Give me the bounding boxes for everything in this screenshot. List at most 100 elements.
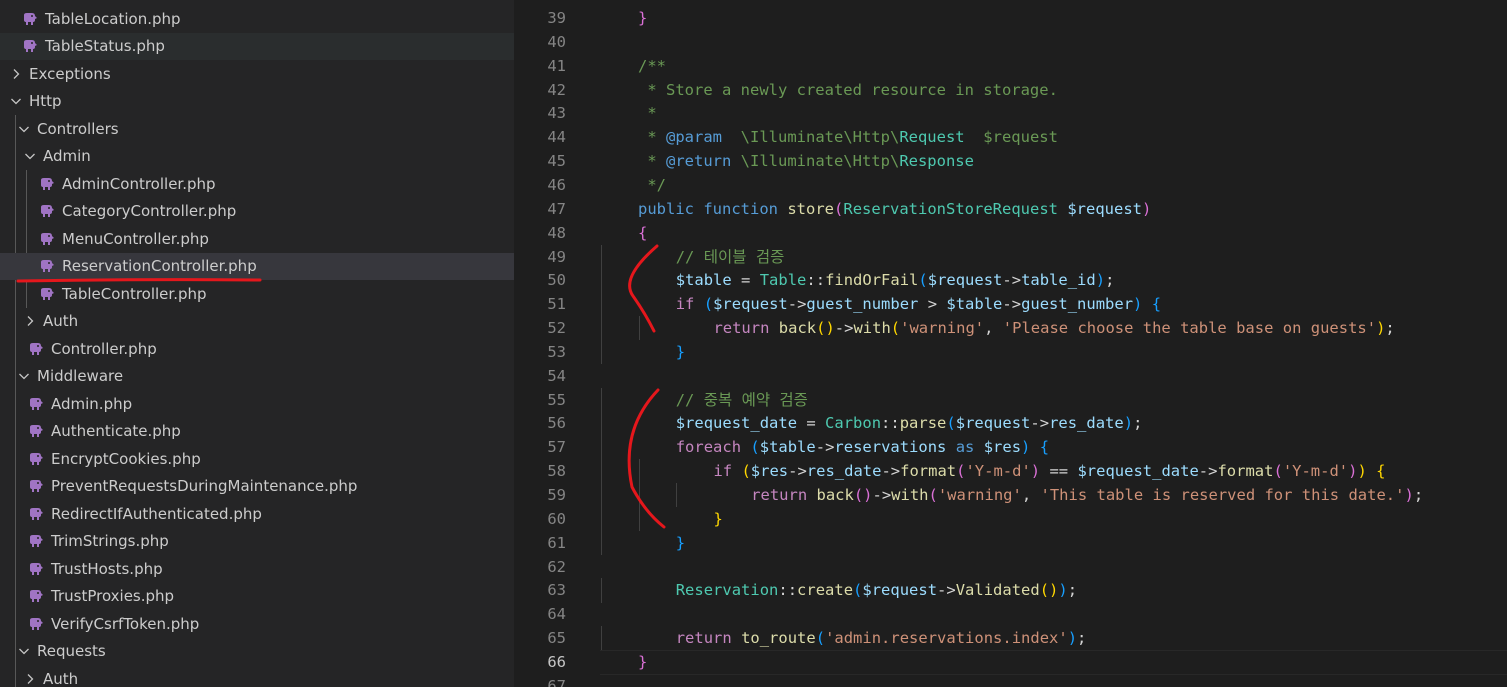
code-token: foreach: [675, 438, 742, 457]
chevron-down-icon[interactable]: [18, 645, 30, 657]
chevron-down-icon[interactable]: [10, 95, 22, 107]
php-file-icon: [24, 40, 37, 52]
file-item[interactable]: TrimStrings.php: [0, 528, 514, 555]
code-token: (): [853, 486, 873, 504]
file-item[interactable]: PreventRequestsDuringMaintenance.php: [0, 473, 514, 500]
code-token: ;: [1385, 319, 1395, 338]
code-line[interactable]: public function store(ReservationStoreRe…: [638, 197, 1151, 221]
code-line[interactable]: * @param \Illuminate\Http\Request $reque…: [638, 125, 1058, 149]
code-line[interactable]: if ($request->guest_number > $table->gue…: [676, 292, 1161, 316]
tree-item-label: VerifyCsrfToken.php: [51, 614, 200, 633]
folder-item[interactable]: Auth: [0, 665, 514, 687]
file-item[interactable]: RedirectIfAuthenticated.php: [0, 500, 514, 527]
code-line[interactable]: return back()->with('warning', 'Please c…: [713, 316, 1394, 340]
code-line[interactable]: }: [676, 340, 685, 364]
code-line[interactable]: $request_date = Carbon::parse($request->…: [676, 411, 1143, 435]
file-item[interactable]: VerifyCsrfToken.php: [0, 610, 514, 637]
file-item[interactable]: ReservationController.php: [0, 252, 514, 280]
code-token: (: [890, 319, 901, 338]
file-item[interactable]: MenuController.php: [0, 225, 514, 252]
file-item[interactable]: Authenticate.php: [0, 418, 514, 445]
indent-guide: [601, 339, 602, 365]
code-token: (: [741, 462, 751, 481]
code-token: ): [1133, 295, 1143, 314]
code-token: $request: [964, 128, 1058, 147]
code-line[interactable]: Reservation::create($request->Validated(…: [676, 578, 1077, 602]
file-item[interactable]: TableController.php: [0, 280, 514, 307]
code-line[interactable]: * @return \Illuminate\Http\Response: [638, 149, 974, 173]
folder-item[interactable]: Requests: [0, 638, 514, 665]
chevron-right-icon[interactable]: [10, 68, 22, 80]
code-token: *: [638, 152, 666, 171]
line-number: 44: [547, 128, 566, 147]
code-token: 'Y-m-d': [965, 462, 1031, 481]
code-line[interactable]: * Store a newly created resource in stor…: [638, 78, 1058, 102]
folder-item[interactable]: Controllers: [0, 115, 514, 142]
code-line[interactable]: // 테이블 검증: [676, 245, 785, 269]
code-token: ->: [1002, 295, 1022, 314]
indent-guide: [601, 459, 602, 484]
code-line[interactable]: */: [638, 173, 666, 197]
file-item[interactable]: TableLocation.php: [0, 5, 514, 32]
code-line[interactable]: if ($res->res_date->format('Y-m-d') == $…: [713, 459, 1385, 483]
chevron-right-icon[interactable]: [24, 673, 36, 685]
line-number: 54: [547, 366, 566, 385]
indent-guide: [601, 411, 602, 436]
chevron-down-icon[interactable]: [18, 370, 30, 382]
file-item[interactable]: CategoryController.php: [0, 198, 514, 225]
code-line[interactable]: }: [676, 531, 685, 555]
tree-item-label: Controller.php: [51, 339, 157, 358]
code-token: {: [1151, 295, 1162, 314]
code-line[interactable]: // 중복 예약 검증: [676, 388, 808, 412]
file-item[interactable]: EncryptCookies.php: [0, 445, 514, 472]
code-token: /**: [638, 56, 666, 75]
file-item[interactable]: AdminController.php: [0, 170, 514, 197]
code-line[interactable]: /**: [638, 54, 666, 78]
code-line[interactable]: return to_route('admin.reservations.inde…: [676, 626, 1087, 650]
file-item[interactable]: TableStatus.php: [0, 32, 514, 60]
folder-item[interactable]: Admin: [0, 143, 514, 170]
code-token: with: [853, 319, 891, 338]
code-line[interactable]: return back()->with('warning', 'This tab…: [751, 483, 1423, 507]
line-number: 67: [547, 676, 566, 687]
folder-item[interactable]: Http: [0, 88, 514, 115]
code-line[interactable]: foreach ($table->reservations as $res) {: [676, 435, 1049, 459]
code-line[interactable]: }: [638, 650, 647, 674]
code-token: back: [778, 319, 817, 338]
file-item[interactable]: TrustHosts.php: [0, 555, 514, 582]
code-token: guest_number: [1021, 295, 1134, 314]
code-token: ): [1123, 414, 1134, 433]
code-line[interactable]: }: [638, 6, 647, 30]
tree-item-label: Exceptions: [29, 64, 111, 83]
code-token: ->: [1198, 462, 1218, 481]
code-editor[interactable]: 39 40 41 42 43 44 45 46 47 48 49 50 51 52 53 54 55 56 57 58…: [514, 0, 1507, 687]
code-token: (): [1039, 581, 1059, 600]
code-token: res_date: [806, 462, 882, 481]
code-line[interactable]: }: [713, 507, 722, 531]
code-line[interactable]: *: [638, 101, 657, 125]
line-number: 53: [547, 342, 566, 361]
code-token: $request: [927, 271, 1003, 290]
code-token: reservations: [834, 438, 947, 457]
code-token: {: [1039, 438, 1050, 457]
folder-item[interactable]: Exceptions: [0, 60, 514, 87]
file-item[interactable]: TrustProxies.php: [0, 583, 514, 610]
line-number: 65: [547, 629, 566, 648]
chevron-down-icon[interactable]: [24, 150, 36, 162]
code-line[interactable]: {: [638, 221, 647, 245]
code-token: ;: [1413, 486, 1424, 504]
chevron-down-icon[interactable]: [18, 123, 30, 135]
code-token: \Illuminate\Http\: [722, 128, 900, 147]
folder-item[interactable]: Middleware: [0, 363, 514, 390]
code-token: Reservation: [675, 581, 779, 600]
file-item[interactable]: Admin.php: [0, 390, 514, 417]
code-line[interactable]: $table = Table::findOrFail($request->tab…: [676, 268, 1115, 292]
code-token: to_route: [741, 629, 816, 648]
chevron-right-icon[interactable]: [24, 315, 36, 327]
code-token: *: [638, 104, 657, 123]
folder-item[interactable]: Auth: [0, 308, 514, 335]
file-item[interactable]: Controller.php: [0, 335, 514, 362]
indent-guide: [638, 459, 640, 484]
